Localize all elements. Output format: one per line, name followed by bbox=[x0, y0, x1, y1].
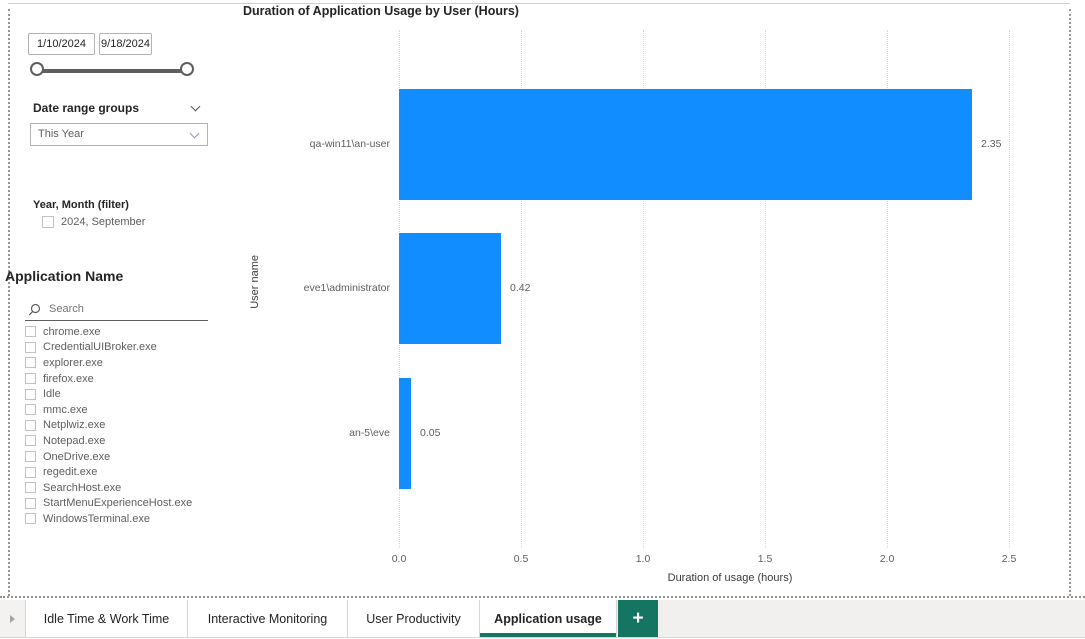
y-axis-title: User name bbox=[249, 255, 261, 309]
page-tab-bar: Idle Time & Work Time Interactive Monitor… bbox=[0, 600, 1085, 638]
tab-label: Idle Time & Work Time bbox=[43, 611, 170, 626]
app-filter-item[interactable]: chrome.exe bbox=[25, 324, 192, 340]
application-filter-list: chrome.exe CredentialUIBroker.exe explorer… bbox=[25, 324, 192, 527]
tab-application-usage[interactable]: Application usage bbox=[480, 600, 617, 637]
x-tick-label: 2.0 bbox=[879, 553, 895, 565]
date-range-groups-label: Date range groups bbox=[33, 101, 140, 115]
x-gridline bbox=[1009, 30, 1010, 548]
canvas-top-border bbox=[8, 3, 1070, 4]
tab-scroll-right-button[interactable] bbox=[0, 600, 26, 637]
x-tick-label: 0.5 bbox=[513, 553, 529, 565]
add-page-button[interactable]: + bbox=[618, 600, 658, 637]
x-tick-label: 1.0 bbox=[635, 553, 651, 565]
value-label: 0.42 bbox=[510, 282, 531, 294]
report-canvas: Date range groups This Year Year, Month … bbox=[0, 0, 1085, 639]
checkbox[interactable] bbox=[25, 404, 36, 416]
app-filter-item[interactable]: regedit.exe bbox=[25, 464, 192, 480]
year-month-filter-option[interactable]: 2024, September bbox=[42, 216, 145, 228]
chart-title: Duration of Application Usage by User (H… bbox=[243, 4, 519, 18]
search-underline bbox=[25, 320, 208, 321]
application-search bbox=[28, 302, 177, 316]
tab-label: Interactive Monitoring bbox=[207, 611, 328, 626]
date-range-slider-handle-end[interactable] bbox=[180, 62, 194, 76]
app-filter-label: chrome.exe bbox=[43, 325, 101, 338]
app-filter-label: WindowsTerminal.exe bbox=[43, 512, 150, 525]
category-label: an-5\eve bbox=[349, 427, 390, 439]
date-start-input[interactable] bbox=[28, 33, 95, 55]
search-icon bbox=[28, 303, 41, 315]
date-range-groups-dropdown[interactable]: This Year bbox=[30, 123, 208, 146]
app-filter-label: Idle bbox=[43, 388, 61, 401]
app-filter-item[interactable]: SearchHost.exe bbox=[25, 480, 192, 496]
bar[interactable] bbox=[399, 378, 411, 489]
app-filter-label: CredentialUIBroker.exe bbox=[43, 341, 157, 354]
app-filter-item[interactable]: Notepad.exe bbox=[25, 433, 192, 449]
app-filter-item[interactable]: StartMenuExperienceHost.exe bbox=[25, 496, 192, 512]
app-filter-label: Notepad.exe bbox=[43, 434, 106, 447]
tab-idle-time-work-time[interactable]: Idle Time & Work Time bbox=[26, 600, 188, 637]
app-filter-label: mmc.exe bbox=[43, 403, 88, 416]
chevron-down-icon[interactable] bbox=[190, 101, 201, 112]
year-month-filter-label: Year, Month (filter) bbox=[33, 199, 129, 211]
app-filter-label: SearchHost.exe bbox=[43, 481, 122, 494]
bar[interactable] bbox=[399, 89, 972, 200]
tab-label: User Productivity bbox=[366, 611, 461, 626]
checkbox[interactable] bbox=[25, 419, 36, 431]
app-filter-label: OneDrive.exe bbox=[43, 450, 111, 463]
app-filter-item[interactable]: firefox.exe bbox=[25, 371, 192, 387]
checkbox[interactable] bbox=[25, 373, 36, 385]
search-input[interactable] bbox=[47, 302, 177, 316]
canvas-right-dotted-border bbox=[1069, 9, 1071, 596]
right-arrow-icon bbox=[10, 614, 15, 623]
category-label: qa-win11\an-user bbox=[309, 138, 390, 150]
checkbox[interactable] bbox=[25, 513, 36, 525]
checkbox[interactable] bbox=[25, 435, 36, 447]
date-end-input[interactable] bbox=[99, 33, 152, 55]
tab-interactive-monitoring[interactable]: Interactive Monitoring bbox=[188, 600, 348, 637]
app-filter-item[interactable]: CredentialUIBroker.exe bbox=[25, 340, 192, 356]
app-filter-label: StartMenuExperienceHost.exe bbox=[43, 497, 193, 510]
app-filter-item[interactable]: mmc.exe bbox=[25, 402, 192, 418]
app-filter-label: firefox.exe bbox=[43, 372, 94, 385]
checkbox[interactable] bbox=[25, 451, 36, 463]
date-range-groups-selected: This Year bbox=[38, 128, 84, 140]
app-filter-item[interactable]: Idle bbox=[25, 386, 192, 402]
checkbox[interactable] bbox=[25, 497, 36, 509]
app-filter-label: regedit.exe bbox=[43, 466, 98, 479]
checkbox[interactable] bbox=[25, 482, 36, 494]
checkbox[interactable] bbox=[42, 216, 54, 228]
checkbox[interactable] bbox=[25, 341, 36, 353]
app-filter-item[interactable]: explorer.exe bbox=[25, 355, 192, 371]
checkbox[interactable] bbox=[25, 357, 36, 369]
app-filter-item[interactable]: Netplwiz.exe bbox=[25, 418, 192, 434]
year-month-option-label: 2024, September bbox=[61, 216, 146, 228]
app-filter-item[interactable]: OneDrive.exe bbox=[25, 449, 192, 465]
canvas-left-dotted-border bbox=[8, 9, 10, 596]
x-tick-label: 0.0 bbox=[391, 553, 407, 565]
app-filter-label: Netplwiz.exe bbox=[43, 419, 106, 432]
value-label: 0.05 bbox=[420, 427, 441, 439]
x-tick-label: 1.5 bbox=[757, 553, 773, 565]
checkbox[interactable] bbox=[25, 326, 36, 338]
checkbox[interactable] bbox=[25, 466, 36, 478]
tab-user-productivity[interactable]: User Productivity bbox=[348, 600, 480, 637]
date-range-slider-track[interactable] bbox=[38, 69, 190, 73]
application-name-title: Application Name bbox=[5, 268, 124, 284]
checkbox[interactable] bbox=[25, 388, 36, 400]
canvas-bottom-dotted-border bbox=[0, 596, 1085, 598]
tab-label: Application usage bbox=[494, 611, 602, 626]
bar[interactable] bbox=[399, 233, 501, 344]
x-tick-label: 2.5 bbox=[1001, 553, 1017, 565]
x-axis-title: Duration of usage (hours) bbox=[667, 572, 793, 584]
app-filter-item[interactable]: WindowsTerminal.exe bbox=[25, 511, 192, 527]
app-filter-label: explorer.exe bbox=[43, 356, 103, 369]
value-label: 2.35 bbox=[981, 138, 1002, 150]
date-range-slider-handle-start[interactable] bbox=[30, 62, 44, 76]
active-tab-underline bbox=[480, 633, 616, 637]
